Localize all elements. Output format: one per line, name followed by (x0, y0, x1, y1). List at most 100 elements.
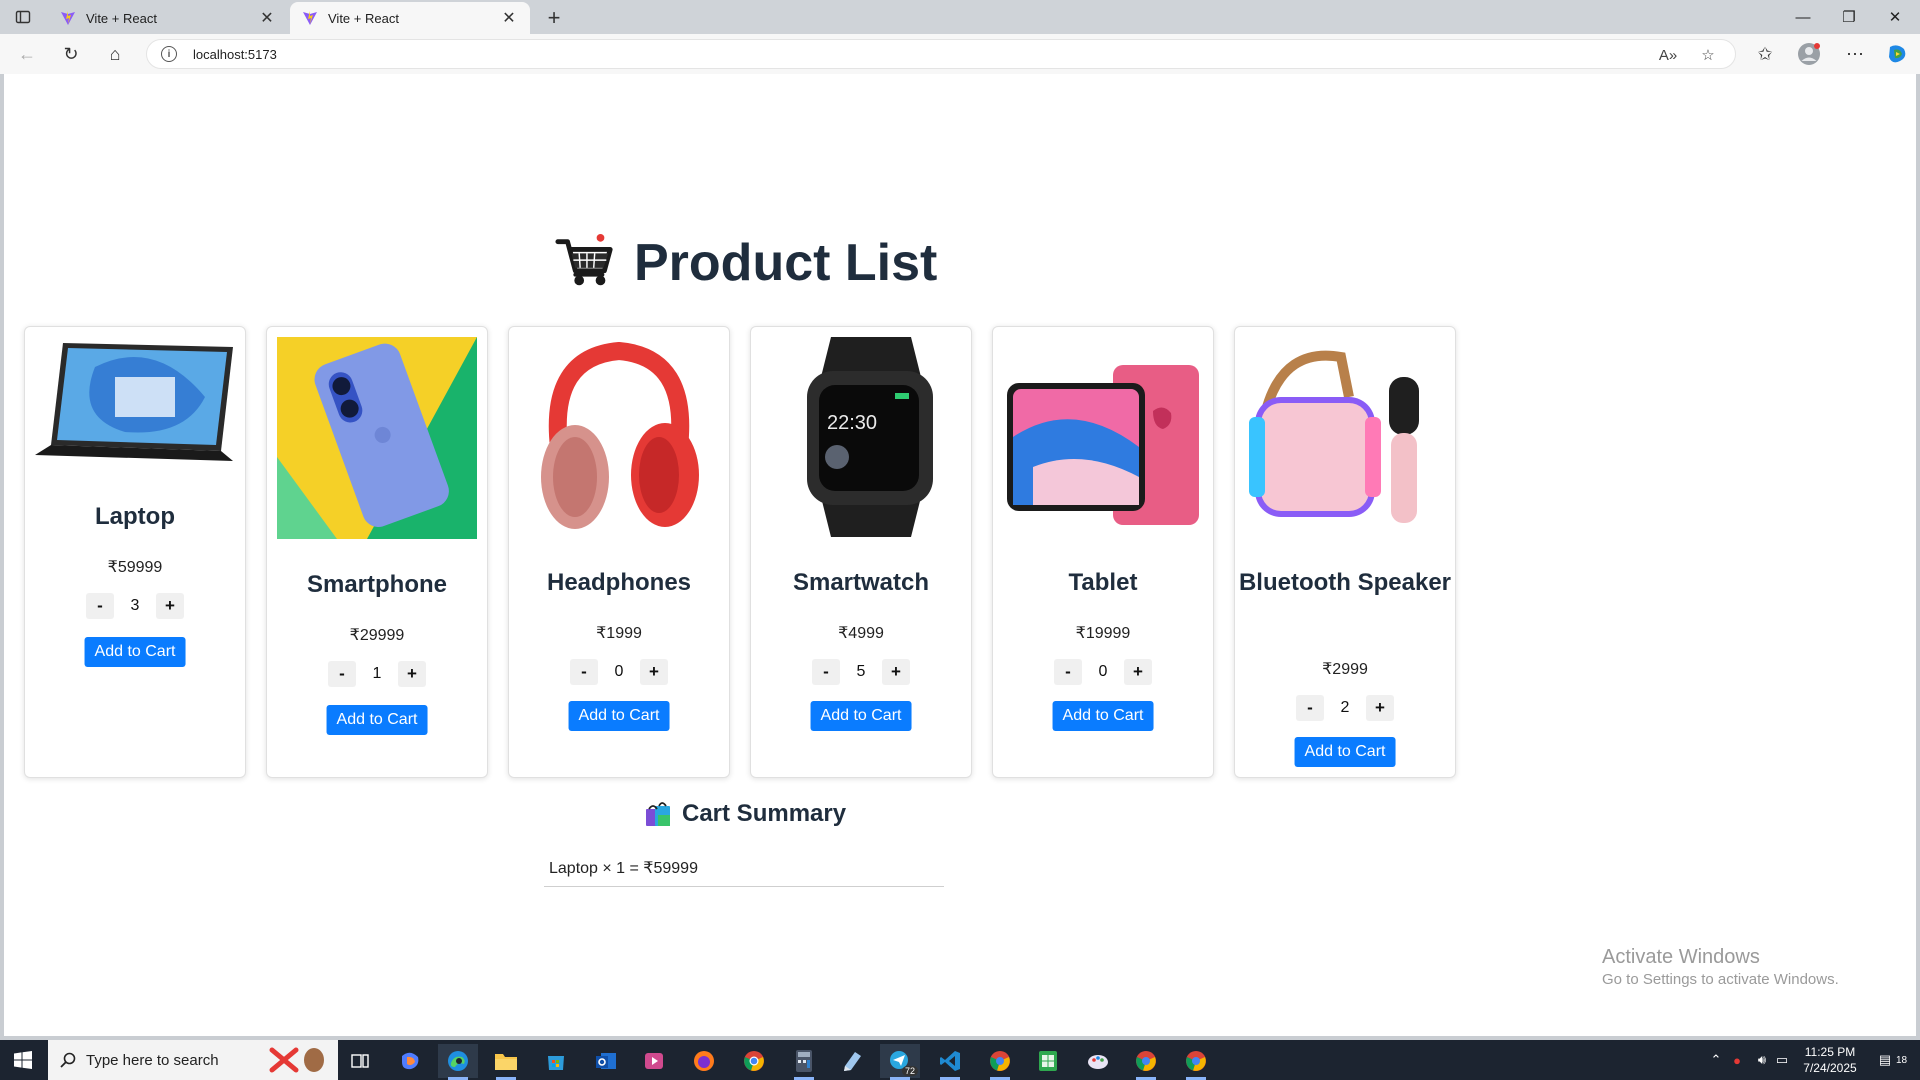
add-to-cart-button[interactable]: Add to Cart (568, 701, 670, 731)
new-tab-button[interactable]: + (541, 5, 567, 31)
quantity-stepper: - 1 + (267, 661, 487, 687)
favorite-star-icon[interactable]: ☆ (1697, 46, 1719, 64)
network-icon[interactable]: ▭ (1772, 1052, 1792, 1068)
task-view-icon[interactable] (340, 1044, 380, 1078)
decrement-button[interactable]: - (570, 659, 598, 685)
product-price: ₹59999 (107, 559, 163, 576)
notification-count: 18 (1896, 1054, 1908, 1066)
tab-actions-icon[interactable] (12, 6, 34, 28)
favorites-icon[interactable]: ✩ (1752, 42, 1778, 66)
notification-center[interactable]: ▤ 18 (1874, 1040, 1907, 1080)
address-bar[interactable]: i localhost:5173 A» ☆ (146, 39, 1736, 69)
taskbar-search-box[interactable]: Type here to search (48, 1040, 338, 1080)
quantity-value: 3 (130, 597, 140, 614)
vscode-app-icon[interactable] (930, 1044, 970, 1080)
decrement-button[interactable]: - (1296, 695, 1324, 721)
system-clock[interactable]: 11:25 PM 7/24/2025 (1790, 1044, 1870, 1076)
site-info-icon[interactable]: i (161, 46, 177, 62)
bluetooth-speaker-image (1249, 350, 1419, 523)
increment-button[interactable]: + (882, 659, 910, 685)
decrement-button[interactable]: - (86, 593, 114, 619)
edge-app-icon[interactable] (438, 1044, 478, 1080)
product-name: Smartphone (306, 571, 447, 598)
cart-summary-item: Laptop × 1 = ₹59999 (544, 858, 944, 887)
decrement-button[interactable]: - (1054, 659, 1082, 685)
decrement-button[interactable]: - (812, 659, 840, 685)
watermark-subtitle: Go to Settings to activate Windows. (1602, 971, 1839, 988)
add-to-cart-button[interactable]: Add to Cart (810, 701, 912, 731)
clock-time: 11:25 PM (1804, 1045, 1856, 1059)
quantity-stepper: - 2 + (1235, 695, 1455, 721)
refresh-icon[interactable]: ↻ (58, 42, 84, 66)
firefox-app-icon[interactable] (684, 1044, 724, 1078)
chrome-app-icon[interactable] (734, 1044, 774, 1078)
system-tray: ⌃ ● (1706, 1040, 1748, 1080)
add-to-cart-button[interactable]: Add to Cart (326, 705, 428, 735)
product-card-laptop: Laptop ₹59999 - 3 + Add to Cart (24, 326, 246, 778)
add-to-cart-button[interactable]: Add to Cart (84, 637, 186, 667)
minimize-icon[interactable]: — (1780, 4, 1826, 30)
headphones-image (541, 341, 699, 529)
file-explorer-icon[interactable] (486, 1044, 526, 1080)
laptop-image (35, 343, 233, 461)
media-player-icon[interactable] (634, 1044, 674, 1078)
increment-button[interactable]: + (156, 593, 184, 619)
shopping-bags-icon (646, 802, 670, 826)
spreadsheet-app-icon[interactable] (1028, 1044, 1068, 1078)
browser-tab-1[interactable]: Vite + React ✕ (48, 2, 288, 34)
copilot-icon[interactable] (1884, 42, 1910, 66)
add-to-cart-button[interactable]: Add to Cart (1294, 737, 1396, 767)
quantity-value: 1 (372, 665, 382, 682)
copilot-app-icon[interactable] (390, 1044, 430, 1078)
read-aloud-icon[interactable]: A» (1657, 46, 1679, 64)
close-window-icon[interactable]: ✕ (1872, 4, 1918, 30)
app-badge-count: 72 (901, 1066, 918, 1076)
more-menu-icon[interactable]: ⋯ (1842, 42, 1868, 66)
outlook-app-icon[interactable] (586, 1044, 626, 1078)
smartwatch-image: 22:30 (807, 337, 933, 537)
paint-app-icon[interactable] (1078, 1044, 1118, 1078)
add-to-cart-button[interactable]: Add to Cart (1052, 701, 1154, 731)
tray-app-icon[interactable]: ● (1726, 1053, 1748, 1068)
volume-icon[interactable]: 🔊︎ (1752, 1052, 1772, 1068)
close-tab-icon[interactable]: ✕ (500, 8, 518, 28)
close-tab-icon[interactable]: ✕ (258, 8, 276, 28)
product-name: Tablet (1068, 569, 1138, 596)
store-app-icon[interactable] (536, 1044, 576, 1078)
cart-summary-heading: Cart Summary (644, 800, 846, 828)
increment-button[interactable]: + (398, 661, 426, 687)
search-highlight-icon (269, 1047, 324, 1073)
watermark-title: Activate Windows (1602, 946, 1760, 968)
product-price: ₹29999 (349, 627, 405, 644)
increment-button[interactable]: + (640, 659, 668, 685)
home-icon[interactable]: ⌂ (102, 42, 128, 66)
url-text: localhost:5173 (193, 46, 277, 62)
quantity-value: 2 (1340, 699, 1350, 716)
product-price: ₹1999 (596, 625, 642, 642)
notepad-app-icon[interactable] (832, 1044, 872, 1078)
clock-date: 7/24/2025 (1803, 1061, 1857, 1075)
start-button[interactable] (0, 1040, 46, 1080)
app-with-badge-icon[interactable]: 72 (880, 1044, 920, 1080)
profile-avatar[interactable] (1796, 42, 1822, 66)
chrome-profile-app-icon[interactable] (980, 1044, 1020, 1080)
product-card-smartphone: Smartphone ₹29999 - 1 + Add to Cart (266, 326, 488, 778)
chrome-app-icon-3[interactable] (1176, 1044, 1216, 1080)
shopping-cart-icon (555, 233, 613, 286)
decrement-button[interactable]: - (328, 661, 356, 687)
chevron-up-icon[interactable]: ⌃ (1706, 1052, 1726, 1068)
product-name: Bluetooth Speaker (1238, 569, 1452, 596)
chrome-app-icon-2[interactable] (1126, 1044, 1166, 1080)
quantity-value: 0 (614, 663, 624, 680)
product-card-bluetooth-speaker: Bluetooth Speaker ₹2999 - 2 + Add to Car… (1234, 326, 1456, 778)
increment-button[interactable]: + (1366, 695, 1394, 721)
vite-logo-icon (61, 11, 75, 25)
back-icon[interactable]: ← (14, 42, 40, 66)
product-card-smartwatch: 22:30 Smartwatch ₹4999 - 5 + Add to Cart (750, 326, 972, 778)
product-card-headphones: Headphones ₹1999 - 0 + Add to Cart (508, 326, 730, 778)
calculator-app-icon[interactable] (784, 1044, 824, 1080)
restore-icon[interactable]: ❐ (1826, 4, 1872, 30)
quantity-stepper: - 0 + (993, 659, 1213, 685)
increment-button[interactable]: + (1124, 659, 1152, 685)
browser-tab-2[interactable]: Vite + React ✕ (290, 2, 530, 34)
